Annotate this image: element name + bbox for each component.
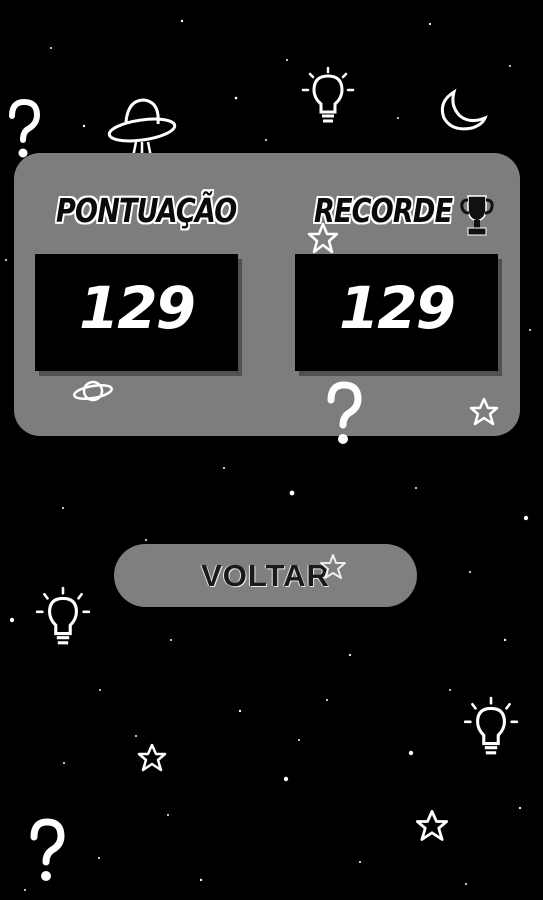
question-mark-icon (30, 818, 65, 881)
star-icon (307, 222, 339, 254)
moon-icon (440, 88, 488, 131)
star-icon (320, 554, 346, 579)
starfield-background (5, 19, 531, 891)
lightbulb-icon (35, 586, 91, 645)
record-value: 129 (338, 274, 456, 342)
lightbulb-icon (463, 696, 519, 755)
star-icon (469, 397, 499, 426)
back-button-label: VOLTAR (201, 558, 330, 593)
lightbulb-icon (301, 66, 355, 123)
score-display: 129 (35, 254, 238, 371)
star-icon (415, 809, 449, 841)
back-button[interactable]: VOLTAR (114, 544, 417, 607)
score-panel: PONTUAÇÃO RECORDE 129 129 (14, 153, 520, 444)
record-display: 129 (295, 254, 498, 371)
star-icon (137, 743, 167, 772)
score-label: PONTUAÇÃO (56, 191, 237, 230)
planet-icon (73, 380, 113, 402)
trophy-icon (460, 195, 494, 236)
question-mark-icon (327, 381, 362, 444)
score-value: 129 (78, 274, 196, 342)
